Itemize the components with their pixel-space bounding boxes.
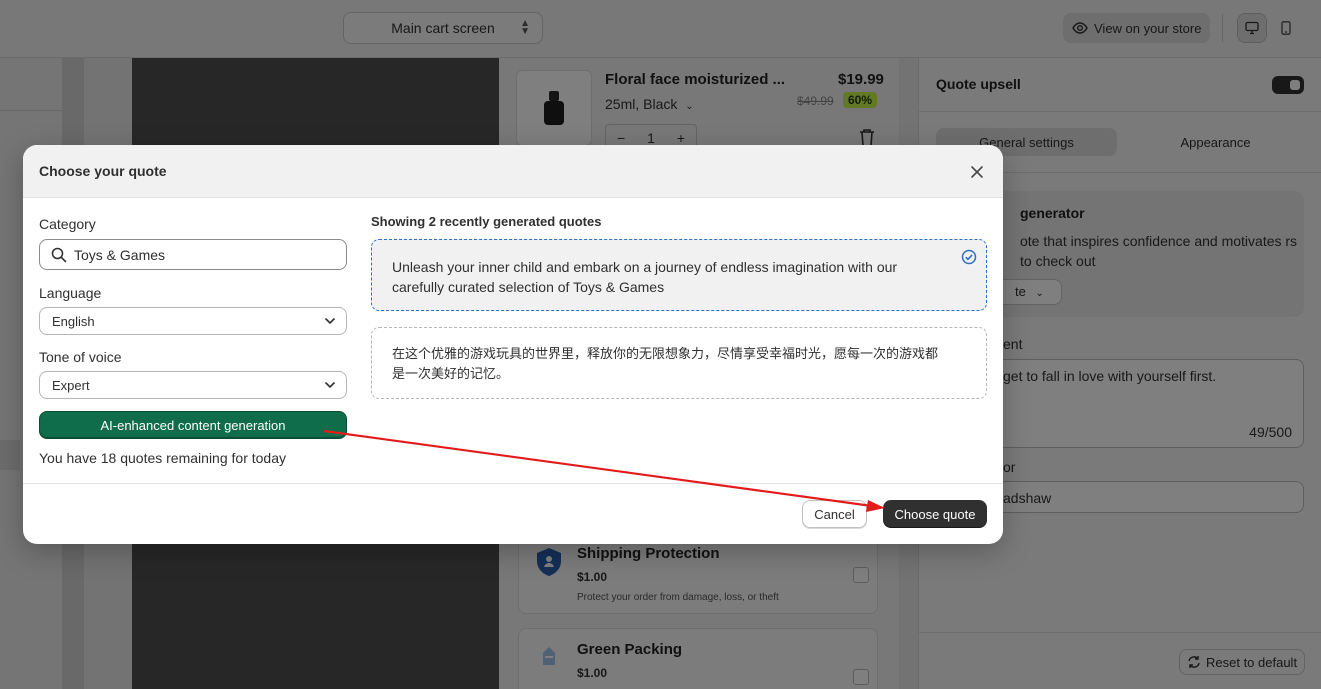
category-label: Category [39, 216, 96, 232]
quote-option-2[interactable]: 在这个优雅的游戏玩具的世界里，释放你的无限想象力，尽情享受幸福时光，愿每一次的游… [371, 327, 987, 399]
modal-header: Choose your quote [23, 145, 1003, 198]
language-value: English [52, 314, 95, 329]
ai-content-generation-button[interactable]: AI-enhanced content generation [39, 411, 347, 439]
quote-option-1[interactable]: Unleash your inner child and embark on a… [371, 239, 987, 311]
check-circle-icon [961, 249, 977, 265]
quotes-remaining-text: You have 18 quotes remaining for today [39, 450, 286, 466]
tone-value: Expert [52, 378, 90, 393]
modal-title: Choose your quote [39, 163, 167, 179]
close-icon [971, 166, 983, 178]
choose-quote-button[interactable]: Choose quote [883, 500, 987, 528]
chevron-down-icon [324, 317, 336, 325]
language-select[interactable]: English [39, 307, 347, 335]
category-value: Toys & Games [74, 247, 166, 263]
tone-label: Tone of voice [39, 349, 122, 365]
close-button[interactable] [967, 162, 987, 182]
search-icon [51, 247, 67, 263]
recent-quotes-heading: Showing 2 recently generated quotes [371, 214, 602, 229]
chevron-down-icon [324, 381, 336, 389]
quote-text: 在这个优雅的游戏玩具的世界里，释放你的无限想象力，尽情享受幸福时光，愿每一次的游… [392, 347, 939, 382]
category-search-input[interactable]: Toys & Games [39, 239, 347, 270]
divider [23, 483, 1003, 484]
cancel-button[interactable]: Cancel [802, 500, 867, 528]
choose-quote-modal: Choose your quote Category Toys & Games … [23, 145, 1003, 544]
tone-of-voice-select[interactable]: Expert [39, 371, 347, 399]
language-label: Language [39, 285, 102, 301]
quote-text: Unleash your inner child and embark on a… [392, 259, 898, 295]
